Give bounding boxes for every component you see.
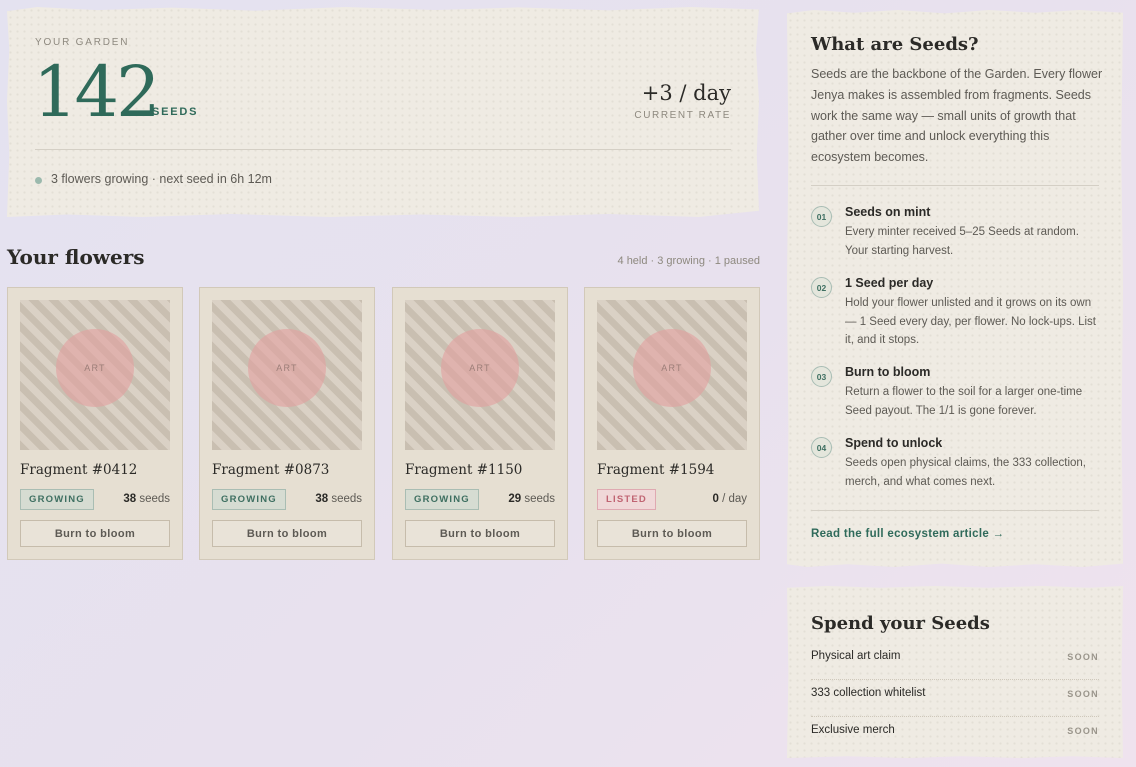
step-title: Spend to unlock	[845, 436, 943, 450]
flower-card[interactable]: ART Fragment #0412 GROWING 38 seeds Burn…	[7, 287, 183, 560]
seed-value-unit: seeds	[139, 493, 170, 505]
current-rate-label: CURRENT RATE	[634, 110, 731, 121]
step-number: 01	[811, 206, 832, 227]
flower-name: Fragment #1594	[597, 462, 715, 478]
flower-seed-count: 38 seeds	[123, 493, 170, 505]
seed-value: 29	[508, 493, 522, 505]
step-title: 1 Seed per day	[845, 276, 934, 290]
seed-value-unit: / day	[722, 493, 747, 505]
flower-name: Fragment #0873	[212, 462, 330, 478]
step-number: 03	[811, 366, 832, 387]
status-dot-icon	[35, 177, 42, 184]
step-number: 04	[811, 437, 832, 458]
flower-seed-rate: 0 / day	[712, 493, 747, 505]
spend-option: 333 collection whitelist SOON	[811, 680, 1099, 717]
spend-option-status: SOON	[1067, 726, 1099, 736]
art-placeholder-label: ART	[441, 329, 519, 407]
step-text: Seeds open physical claims, the 333 coll…	[845, 457, 1087, 488]
spend-option-label: Physical art claim	[811, 650, 901, 662]
flower-art-placeholder: ART	[597, 300, 747, 450]
step-text: Return a flower to the soil for a larger…	[845, 386, 1083, 417]
spend-option-status: SOON	[1067, 652, 1099, 662]
seed-value: 0	[712, 493, 719, 505]
status-badge: GROWING	[20, 489, 94, 510]
flower-card[interactable]: ART Fragment #0873 GROWING 38 seeds Burn…	[199, 287, 375, 560]
step-title: Burn to bloom	[845, 365, 931, 379]
seed-value: 38	[123, 493, 137, 505]
flower-card[interactable]: ART Fragment #1150 GROWING 29 seeds Burn…	[392, 287, 568, 560]
seed-unit: SEEDS	[152, 106, 199, 118]
flower-seed-count: 29 seeds	[508, 493, 555, 505]
status-badge: GROWING	[212, 489, 286, 510]
art-placeholder-label: ART	[633, 329, 711, 407]
info-intro: Seeds are the backbone of the Garden. Ev…	[811, 67, 1103, 165]
garden-summary-panel: YOUR GARDEN 142 SEEDS +3 / day CURRENT R…	[7, 7, 759, 217]
spend-option-status: SOON	[1067, 689, 1099, 699]
flowers-summary: 4 held · 3 growing · 1 paused	[617, 255, 760, 267]
flower-card[interactable]: ART Fragment #1594 LISTED 0 / day Burn t…	[584, 287, 760, 560]
garden-label: YOUR GARDEN	[35, 37, 130, 48]
flower-name: Fragment #0412	[20, 462, 138, 478]
seed-value-unit: seeds	[524, 493, 555, 505]
flower-art-placeholder: ART	[212, 300, 362, 450]
spend-title: Spend your Seeds	[811, 613, 990, 634]
flower-name: Fragment #1150	[405, 462, 523, 478]
burn-to-bloom-button[interactable]: Burn to bloom	[597, 520, 747, 547]
flower-art-placeholder: ART	[20, 300, 170, 450]
spend-option-label: Exclusive merch	[811, 724, 895, 736]
seed-value: 38	[315, 493, 329, 505]
burn-to-bloom-button[interactable]: Burn to bloom	[405, 520, 555, 547]
step-text: Every minter received 5–25 Seeds at rand…	[845, 226, 1079, 257]
divider	[35, 149, 731, 150]
growth-status-text: 3 flowers growing · next seed in 6h 12m	[51, 172, 272, 186]
flower-seed-count: 38 seeds	[315, 493, 362, 505]
divider	[811, 510, 1099, 511]
seeds-info-panel: What are Seeds? Seeds are the backbone o…	[787, 10, 1123, 567]
seed-count: 142	[33, 51, 161, 133]
spend-option-label: 333 collection whitelist	[811, 687, 926, 699]
status-badge: LISTED	[597, 489, 656, 510]
spend-seeds-panel: Spend your Seeds Physical art claim SOON…	[787, 586, 1123, 758]
current-rate-value: +3 / day	[641, 81, 731, 105]
status-badge: GROWING	[405, 489, 479, 510]
flowers-section-title: Your flowers	[7, 245, 145, 269]
ecosystem-article-link[interactable]: Read the full ecosystem article →	[811, 528, 1004, 540]
burn-to-bloom-button[interactable]: Burn to bloom	[20, 520, 170, 547]
step-title: Seeds on mint	[845, 205, 931, 219]
step-number: 02	[811, 277, 832, 298]
divider	[811, 185, 1099, 186]
spend-option: Exclusive merch SOON	[811, 717, 1099, 754]
art-placeholder-label: ART	[248, 329, 326, 407]
art-placeholder-label: ART	[56, 329, 134, 407]
spend-option: Physical art claim SOON	[811, 643, 1099, 680]
flower-art-placeholder: ART	[405, 300, 555, 450]
step-text: Hold your flower unlisted and it grows o…	[845, 297, 1096, 346]
seed-value-unit: seeds	[331, 493, 362, 505]
info-title: What are Seeds?	[811, 34, 979, 55]
burn-to-bloom-button[interactable]: Burn to bloom	[212, 520, 362, 547]
